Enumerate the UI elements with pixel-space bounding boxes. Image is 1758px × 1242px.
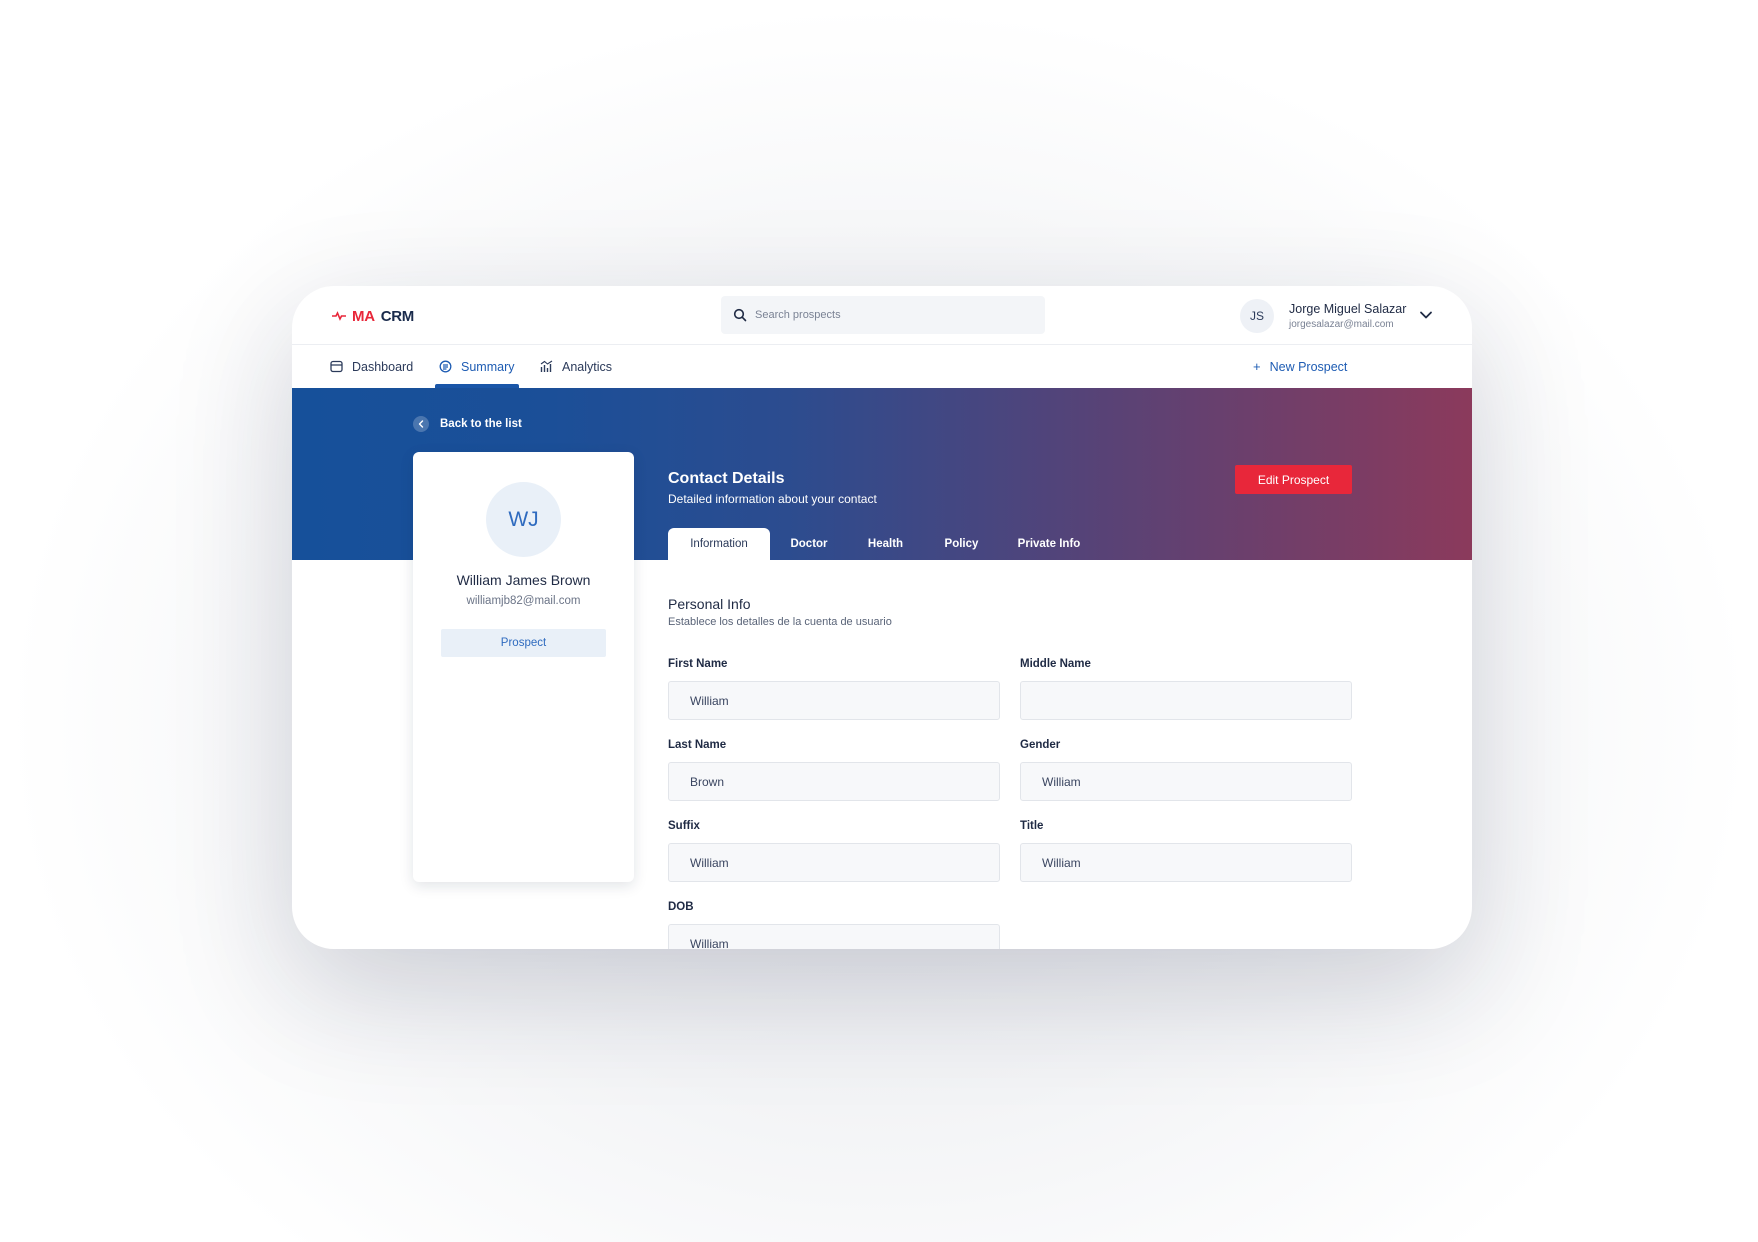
tab-health[interactable]: Health — [848, 528, 923, 560]
tab-doctor[interactable]: Doctor — [770, 528, 848, 560]
last-name-label: Last Name — [668, 739, 727, 751]
chevron-left-icon — [418, 420, 424, 428]
dashboard-icon — [330, 360, 343, 373]
user-name: Jorge Miguel Salazar — [1289, 302, 1407, 316]
dob-label: DOB — [668, 901, 694, 913]
profile-name: William James Brown — [456, 572, 591, 588]
user-avatar: JS — [1240, 299, 1274, 333]
app-window: MA CRM JS Jorge Miguel Salazar jorgesala… — [292, 286, 1472, 949]
back-to-list-link[interactable]: Back to the list — [413, 416, 522, 432]
tab-policy[interactable]: Policy — [923, 528, 1000, 560]
contact-subtitle: Detailed information about your contact — [668, 492, 877, 506]
section-title: Personal Info — [668, 596, 751, 612]
analytics-icon — [540, 360, 553, 372]
gender-field[interactable]: William — [1020, 762, 1352, 801]
brand-logo[interactable]: MA CRM — [332, 306, 414, 326]
new-prospect-button[interactable]: + New Prospect — [1253, 345, 1347, 388]
first-name-field[interactable]: William — [668, 681, 1000, 720]
search-box[interactable] — [721, 296, 1045, 334]
chevron-down-icon[interactable] — [1419, 308, 1433, 322]
title-field[interactable]: William — [1020, 843, 1352, 882]
new-prospect-label: New Prospect — [1269, 359, 1348, 374]
user-menu[interactable]: JS Jorge Miguel Salazar jorgesalazar@mai… — [1240, 298, 1440, 334]
suffix-label: Suffix — [668, 820, 700, 832]
nav-item-summary[interactable]: Summary — [439, 345, 514, 388]
title-label: Title — [1020, 820, 1044, 832]
gender-label: Gender — [1020, 739, 1061, 751]
profile-card: WJ William James Brown williamjb82@mail.… — [413, 452, 634, 882]
nav-label-analytics: Analytics — [562, 359, 613, 374]
nav-label-summary: Summary — [461, 359, 515, 374]
nav-item-analytics[interactable]: Analytics — [540, 345, 612, 388]
middle-name-label: Middle Name — [1020, 658, 1091, 670]
nav-item-dashboard[interactable]: Dashboard — [330, 345, 413, 388]
section-subtitle: Establece los detalles de la cuenta de u… — [668, 616, 892, 628]
plus-icon: + — [1253, 359, 1261, 374]
first-name-label: First Name — [668, 658, 728, 670]
brand-crm: CRM — [380, 307, 415, 325]
user-info: Jorge Miguel Salazar jorgesalazar@mail.c… — [1289, 302, 1406, 330]
middle-name-field[interactable] — [1020, 681, 1352, 720]
last-name-field[interactable]: Brown — [668, 762, 1000, 801]
back-label: Back to the list — [440, 418, 522, 430]
search-input[interactable] — [755, 309, 1035, 321]
search-icon — [733, 308, 747, 322]
edit-prospect-button[interactable]: Edit Prospect — [1235, 465, 1352, 494]
brand-ma: MA — [352, 307, 375, 325]
status-badge: Prospect — [441, 629, 606, 657]
page-background: MA CRM JS Jorge Miguel Salazar jorgesala… — [0, 0, 1758, 1242]
profile-avatar: WJ — [486, 482, 561, 557]
profile-email: williamjb82@mail.com — [466, 595, 581, 607]
suffix-field[interactable]: William — [668, 843, 1000, 882]
user-email: jorgesalazar@mail.com — [1289, 319, 1394, 330]
top-header: MA CRM JS Jorge Miguel Salazar jorgesala… — [292, 286, 1472, 345]
summary-icon — [439, 360, 452, 373]
back-circle — [413, 416, 429, 432]
tab-information[interactable]: Information — [668, 528, 770, 560]
nav-label-dashboard: Dashboard — [352, 359, 414, 374]
pulse-icon — [332, 311, 346, 321]
dob-field[interactable]: William — [668, 924, 1000, 949]
contact-title: Contact Details — [668, 470, 785, 487]
tab-private-info[interactable]: Private Info — [1000, 528, 1098, 560]
